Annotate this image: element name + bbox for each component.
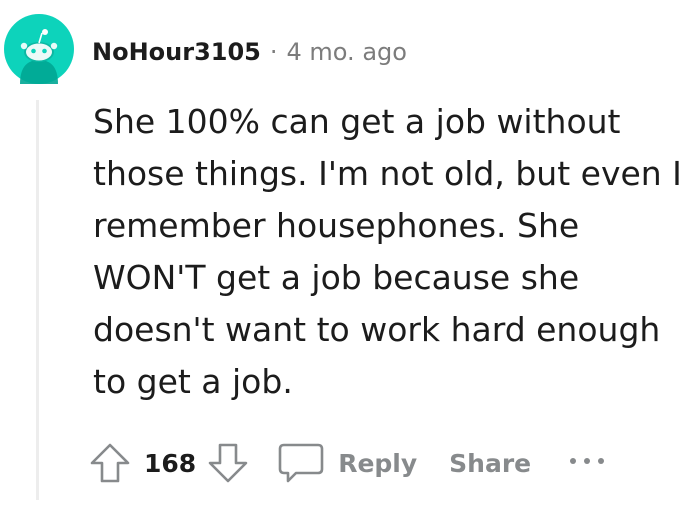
comment-body: She 100% can get a job without those thi… (93, 102, 682, 401)
reply-label: Reply (338, 448, 418, 478)
share-button[interactable]: Share (449, 449, 531, 478)
comment-actions: 168 Reply Share (86, 436, 607, 490)
comment-header: NoHour3105 · 4 mo. ago (92, 30, 407, 74)
arrow-down-icon (208, 443, 248, 483)
thread-line[interactable] (36, 100, 39, 500)
reddit-snoo-avatar-icon (4, 14, 74, 84)
avatar[interactable] (4, 14, 74, 84)
separator-dot: · (269, 38, 278, 66)
timestamp[interactable]: 4 mo. ago (287, 38, 407, 66)
upvote-button[interactable] (86, 439, 134, 487)
ellipsis-icon (570, 458, 605, 464)
downvote-button[interactable] (204, 439, 252, 487)
username[interactable]: NoHour3105 (92, 38, 261, 66)
more-options-button[interactable] (567, 451, 607, 475)
reply-button[interactable]: Reply (276, 439, 417, 487)
arrow-up-icon (90, 443, 130, 483)
vote-count: 168 (144, 448, 197, 478)
speech-bubble-icon (278, 443, 324, 483)
